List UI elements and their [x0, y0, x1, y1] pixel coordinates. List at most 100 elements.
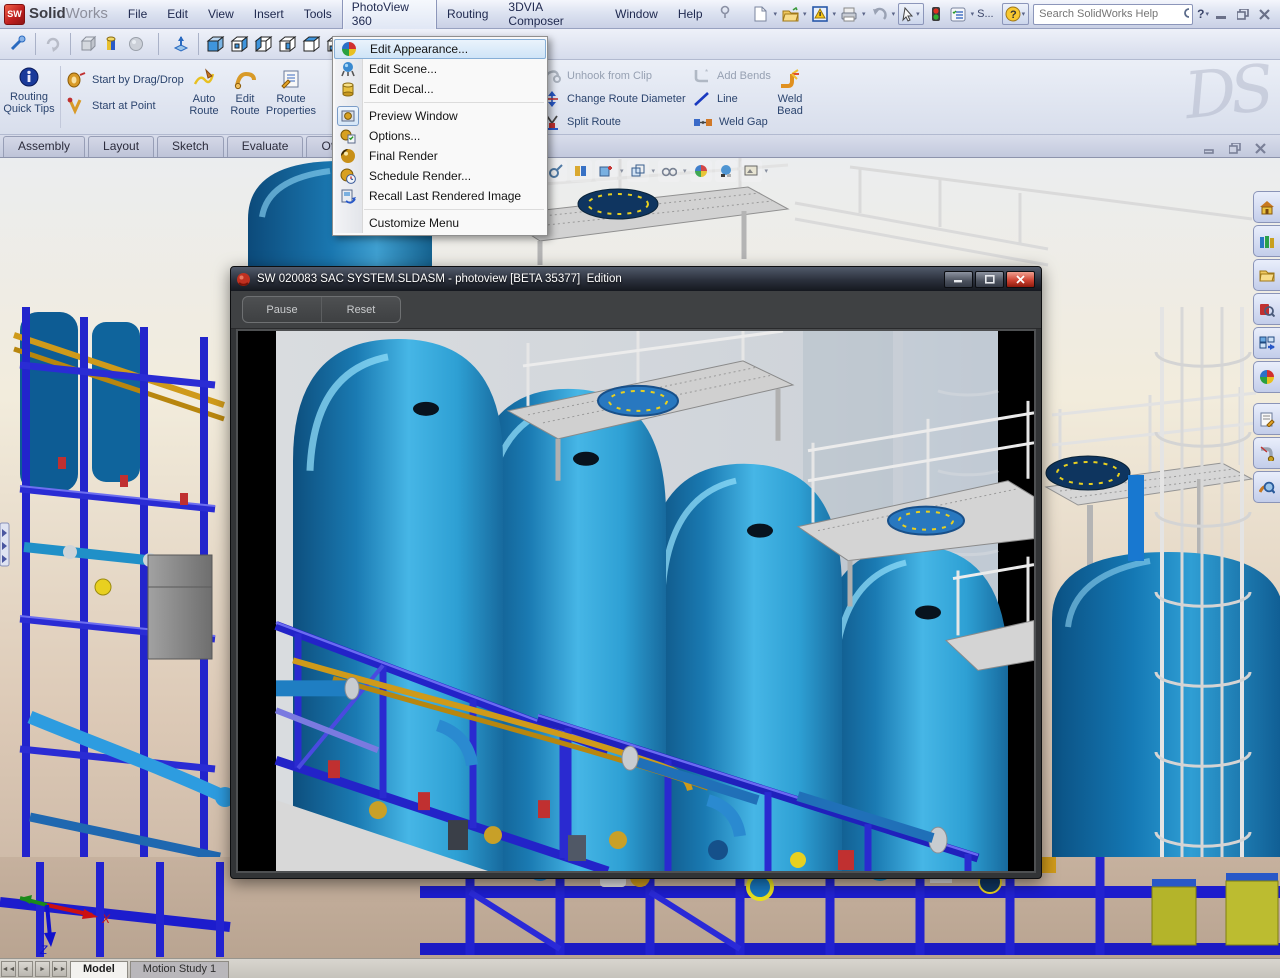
menu-item-schedule-render[interactable]: Schedule Render...	[334, 166, 546, 186]
preview-titlebar[interactable]: SW 020083 SAC SYSTEM.SLDASM - photoview …	[231, 267, 1041, 291]
close-button[interactable]	[1259, 9, 1270, 20]
routing-quick-tips-button[interactable]: Routing Quick Tips	[2, 66, 56, 115]
view-back-cube-icon[interactable]	[228, 32, 252, 56]
dropdown-arrow-icon[interactable]: ▾	[683, 167, 687, 175]
tab-layout[interactable]: Layout	[88, 136, 154, 157]
options-checklist-icon[interactable]	[948, 4, 968, 24]
traffic-light-icon[interactable]	[926, 4, 946, 24]
scene-icon[interactable]	[715, 160, 737, 182]
menu-3dvia-composer[interactable]: 3DVIA Composer	[498, 0, 605, 32]
dropdown-arrow-icon[interactable]: ▾	[833, 10, 837, 18]
dropdown-arrow-icon[interactable]: ▾	[803, 10, 807, 18]
undo-icon[interactable]	[869, 4, 889, 24]
search-icon[interactable]	[1183, 7, 1189, 22]
texture-cylinder-icon[interactable]	[100, 32, 124, 56]
line-button[interactable]: Line	[693, 89, 738, 109]
dropdown-arrow-icon[interactable]: ▾	[971, 10, 975, 18]
add-bends-button[interactable]: * Add Bends	[693, 66, 771, 86]
select-tool[interactable]: ▾	[898, 3, 924, 25]
menu-item-final-render[interactable]: Final Render	[334, 146, 546, 166]
motion-study-tab[interactable]: Motion Study 1	[130, 961, 229, 978]
dropdown-arrow-icon[interactable]: ▾	[765, 167, 769, 175]
doc-restore-button[interactable]	[1229, 143, 1241, 154]
zoom-area-icon[interactable]	[570, 160, 592, 182]
view-front-cube-icon[interactable]	[204, 32, 228, 56]
new-document-icon[interactable]	[751, 4, 771, 24]
magnify-tool-icon[interactable]	[6, 32, 30, 56]
appearances-scenes-button[interactable]	[1253, 361, 1280, 393]
menu-item-preview-window[interactable]: Preview Window	[334, 106, 546, 126]
search-input[interactable]	[1037, 7, 1183, 21]
solidworks-resources-button[interactable]	[1253, 191, 1280, 223]
preview-minimize-button[interactable]	[944, 271, 973, 288]
menu-tools[interactable]: Tools	[294, 3, 342, 25]
menu-view[interactable]: View	[198, 3, 244, 25]
menu-insert[interactable]: Insert	[244, 3, 294, 25]
featuremanager-collapsed-tab[interactable]	[0, 523, 9, 566]
weld-bead-button[interactable]: Weld Bead	[768, 68, 812, 117]
preview-maximize-button[interactable]	[975, 271, 1004, 288]
doc-minimize-button[interactable]	[1204, 144, 1215, 154]
reset-button[interactable]: Reset	[322, 297, 400, 322]
menu-item-customize-menu[interactable]: Customize Menu	[334, 213, 546, 233]
menu-file[interactable]: File	[118, 3, 157, 25]
menu-item-edit-decal[interactable]: Edit Decal...	[334, 79, 546, 99]
menu-window[interactable]: Window	[605, 3, 668, 25]
dropdown-arrow-icon[interactable]: ▾	[916, 10, 920, 18]
scroll-next-button[interactable]: ►	[35, 961, 50, 977]
menu-edit[interactable]: Edit	[157, 3, 198, 25]
help-menu[interactable]: ?	[1197, 7, 1204, 21]
view-left-cube-icon[interactable]	[252, 32, 276, 56]
help-search[interactable]	[1033, 4, 1193, 25]
restore-button[interactable]	[1237, 9, 1249, 20]
normal-to-icon[interactable]	[169, 32, 193, 56]
menu-item-edit-scene[interactable]: Edit Scene...	[334, 59, 546, 79]
custom-properties-button[interactable]	[1253, 403, 1280, 435]
view-top-cube-icon[interactable]	[300, 32, 324, 56]
dropdown-arrow-icon[interactable]: ▾	[1205, 10, 1209, 18]
print-icon[interactable]	[839, 4, 859, 24]
toolbar-overflow-label[interactable]: S...	[977, 8, 994, 20]
help-tool[interactable]: ?▾	[1002, 3, 1030, 25]
dropdown-arrow-icon[interactable]: ▾	[620, 167, 624, 175]
zoom-fit-icon[interactable]	[545, 160, 567, 182]
edit-route-button[interactable]: Edit Route	[226, 68, 264, 117]
menu-photoview-360[interactable]: PhotoView 360	[342, 0, 437, 32]
shaded-cube-icon[interactable]	[76, 32, 100, 56]
pause-button[interactable]: Pause	[243, 297, 322, 322]
camera-view-icon[interactable]	[740, 160, 762, 182]
model-tab[interactable]: Model	[70, 961, 128, 978]
open-document-icon[interactable]	[780, 4, 800, 24]
compare-documents-button[interactable]	[1253, 471, 1280, 503]
section-view-icon[interactable]	[595, 160, 617, 182]
menu-routing[interactable]: Routing	[437, 3, 498, 25]
scroll-last-button[interactable]: ►►	[52, 961, 67, 977]
view-right-cube-icon[interactable]	[276, 32, 300, 56]
start-by-dragdrop-button[interactable]: Start by Drag/Drop	[66, 70, 184, 90]
scroll-prev-button[interactable]: ◄	[18, 961, 33, 977]
view-orientation-icon[interactable]	[627, 160, 649, 182]
design-library-button[interactable]	[1253, 225, 1280, 257]
preview-close-button[interactable]	[1006, 271, 1035, 288]
shaded-sphere-icon[interactable]	[124, 32, 148, 56]
file-explorer-button[interactable]	[1253, 259, 1280, 291]
doc-close-button[interactable]	[1255, 143, 1266, 154]
scroll-first-button[interactable]: ◄◄	[1, 961, 16, 977]
rebuild-icon[interactable]	[810, 4, 830, 24]
tab-assembly[interactable]: Assembly	[3, 136, 85, 157]
start-at-point-button[interactable]: Start at Point	[66, 96, 156, 116]
view-palette-button[interactable]	[1253, 327, 1280, 359]
weld-gap-button[interactable]: Weld Gap	[693, 112, 768, 132]
dropdown-arrow-icon[interactable]: ▾	[862, 10, 866, 18]
menu-item-edit-appearance[interactable]: Edit Appearance...	[334, 39, 546, 59]
dropdown-arrow-icon[interactable]: ▾	[652, 167, 656, 175]
tab-sketch[interactable]: Sketch	[157, 136, 224, 157]
auto-route-button[interactable]: Auto Route	[184, 68, 224, 117]
rotate-view-icon[interactable]	[41, 32, 65, 56]
display-style-icon[interactable]	[658, 160, 680, 182]
headsup-view-toolbar[interactable]: ▾ ▾ ▾ ▾	[545, 160, 768, 182]
split-route-button[interactable]: Split Route	[543, 112, 621, 132]
dropdown-arrow-icon[interactable]: ▾	[892, 10, 896, 18]
dropdown-arrow-icon[interactable]: ▾	[774, 10, 778, 18]
photoview-preview-window[interactable]: SW 020083 SAC SYSTEM.SLDASM - photoview …	[230, 266, 1042, 879]
